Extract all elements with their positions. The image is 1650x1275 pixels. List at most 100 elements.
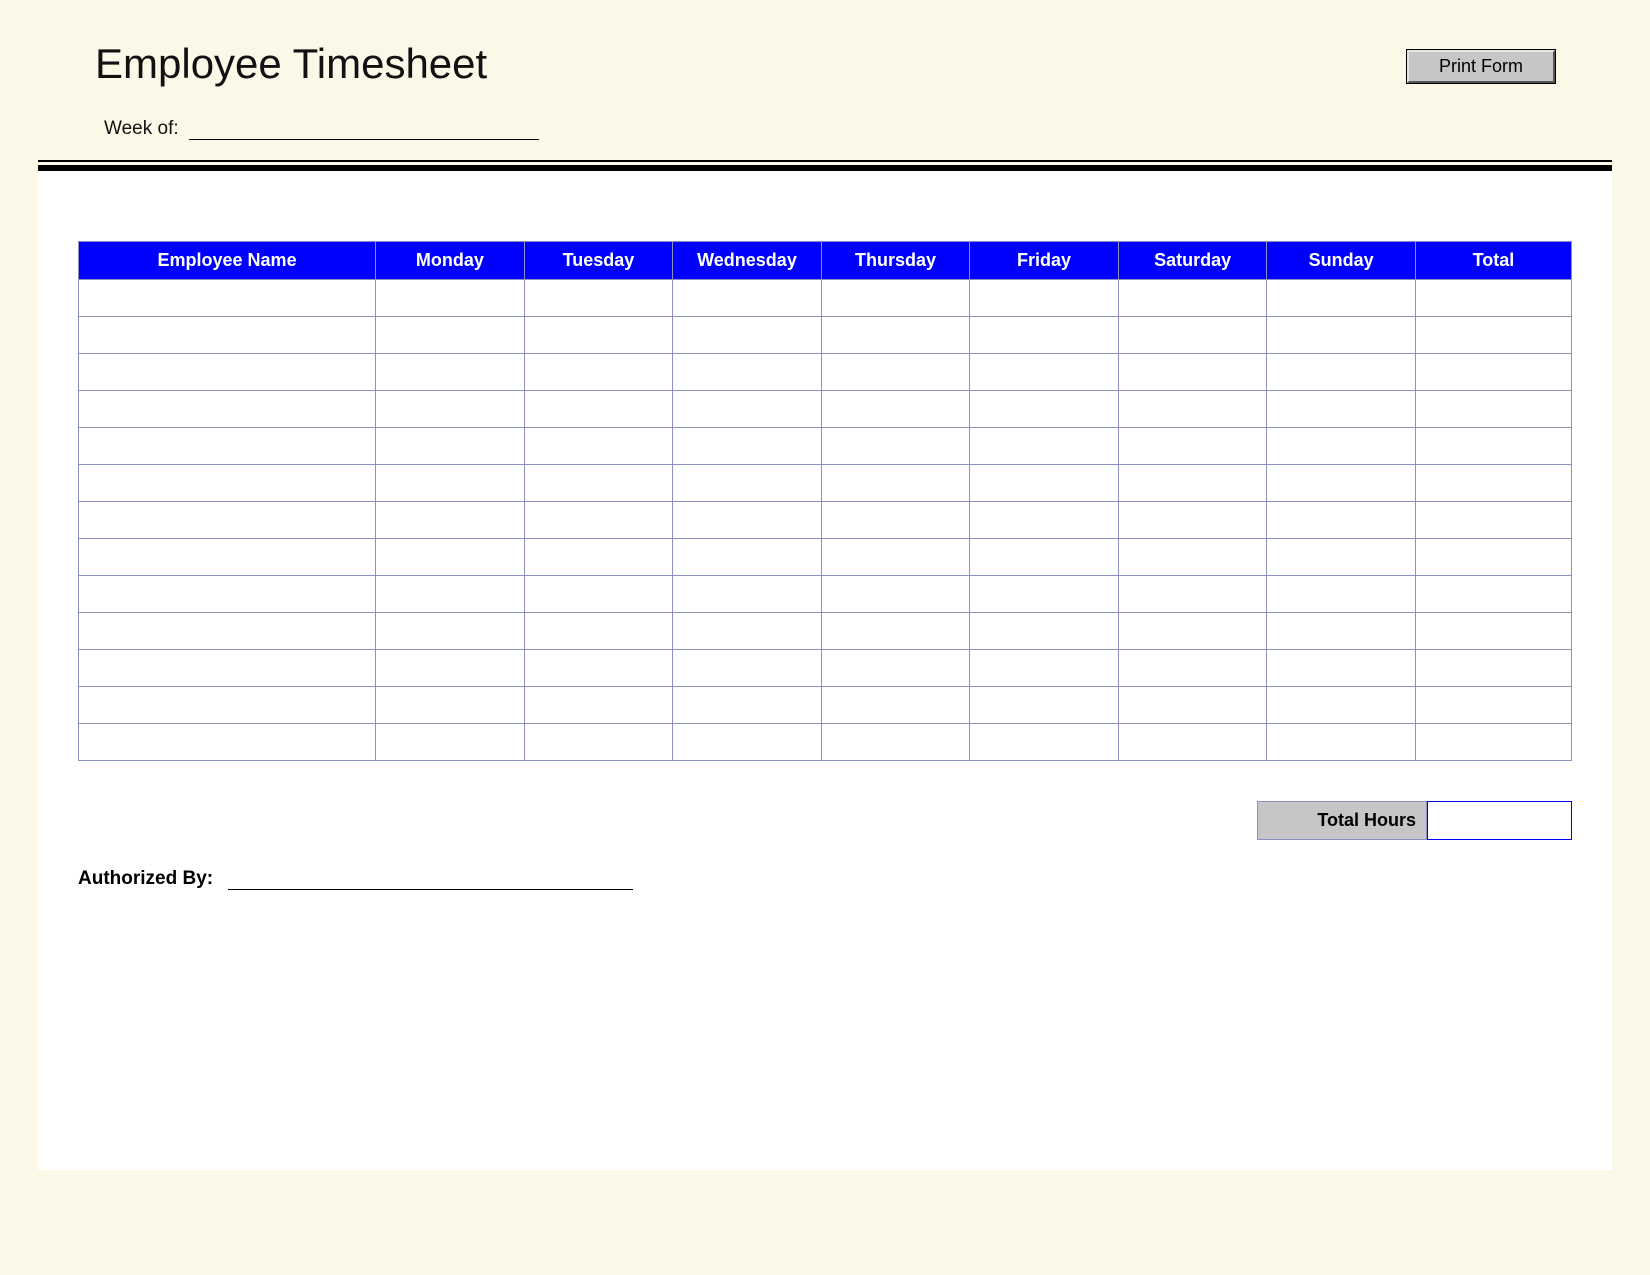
table-cell[interactable] (1118, 576, 1267, 613)
table-cell[interactable] (524, 428, 673, 465)
table-cell[interactable] (1267, 428, 1416, 465)
table-cell[interactable] (821, 539, 970, 576)
table-cell[interactable] (79, 428, 376, 465)
table-cell[interactable] (1267, 502, 1416, 539)
table-cell[interactable] (376, 354, 525, 391)
table-cell[interactable] (821, 280, 970, 317)
table-cell[interactable] (970, 465, 1119, 502)
table-cell[interactable] (1118, 317, 1267, 354)
table-cell[interactable] (1415, 354, 1571, 391)
table-cell[interactable] (821, 465, 970, 502)
table-cell[interactable] (79, 724, 376, 761)
table-cell[interactable] (79, 576, 376, 613)
table-cell[interactable] (1118, 687, 1267, 724)
table-cell[interactable] (1118, 465, 1267, 502)
table-cell[interactable] (1415, 650, 1571, 687)
table-cell[interactable] (673, 280, 822, 317)
table-cell[interactable] (376, 650, 525, 687)
table-cell[interactable] (1267, 317, 1416, 354)
table-cell[interactable] (821, 650, 970, 687)
table-cell[interactable] (1118, 724, 1267, 761)
table-cell[interactable] (524, 724, 673, 761)
table-cell[interactable] (1415, 613, 1571, 650)
table-cell[interactable] (673, 317, 822, 354)
table-cell[interactable] (970, 539, 1119, 576)
table-cell[interactable] (821, 576, 970, 613)
table-cell[interactable] (970, 576, 1119, 613)
table-cell[interactable] (970, 317, 1119, 354)
table-cell[interactable] (673, 465, 822, 502)
table-cell[interactable] (673, 687, 822, 724)
table-cell[interactable] (1267, 724, 1416, 761)
table-cell[interactable] (673, 354, 822, 391)
authorized-by-input[interactable] (228, 868, 633, 890)
table-cell[interactable] (524, 502, 673, 539)
table-cell[interactable] (970, 687, 1119, 724)
table-cell[interactable] (970, 280, 1119, 317)
table-cell[interactable] (1415, 428, 1571, 465)
table-cell[interactable] (821, 687, 970, 724)
table-cell[interactable] (524, 354, 673, 391)
table-cell[interactable] (970, 428, 1119, 465)
table-cell[interactable] (673, 391, 822, 428)
table-cell[interactable] (1118, 354, 1267, 391)
week-of-input[interactable] (189, 118, 539, 140)
table-cell[interactable] (673, 613, 822, 650)
table-cell[interactable] (524, 650, 673, 687)
table-cell[interactable] (970, 354, 1119, 391)
table-cell[interactable] (673, 724, 822, 761)
table-cell[interactable] (1118, 502, 1267, 539)
table-cell[interactable] (524, 539, 673, 576)
table-cell[interactable] (970, 502, 1119, 539)
table-cell[interactable] (79, 317, 376, 354)
table-cell[interactable] (376, 428, 525, 465)
table-cell[interactable] (821, 502, 970, 539)
table-cell[interactable] (1415, 502, 1571, 539)
table-cell[interactable] (970, 650, 1119, 687)
table-cell[interactable] (1267, 354, 1416, 391)
table-cell[interactable] (79, 354, 376, 391)
table-cell[interactable] (1118, 280, 1267, 317)
table-cell[interactable] (821, 613, 970, 650)
table-cell[interactable] (1415, 465, 1571, 502)
table-cell[interactable] (524, 317, 673, 354)
table-cell[interactable] (79, 465, 376, 502)
table-cell[interactable] (376, 502, 525, 539)
table-cell[interactable] (821, 317, 970, 354)
table-cell[interactable] (673, 539, 822, 576)
table-cell[interactable] (524, 391, 673, 428)
table-cell[interactable] (524, 576, 673, 613)
table-cell[interactable] (524, 465, 673, 502)
table-cell[interactable] (1415, 724, 1571, 761)
table-cell[interactable] (1415, 317, 1571, 354)
table-cell[interactable] (376, 317, 525, 354)
table-cell[interactable] (79, 539, 376, 576)
table-cell[interactable] (1118, 428, 1267, 465)
table-cell[interactable] (821, 391, 970, 428)
table-cell[interactable] (1118, 391, 1267, 428)
table-cell[interactable] (1267, 576, 1416, 613)
table-cell[interactable] (524, 280, 673, 317)
table-cell[interactable] (1267, 280, 1416, 317)
table-cell[interactable] (79, 687, 376, 724)
table-cell[interactable] (79, 391, 376, 428)
table-cell[interactable] (673, 502, 822, 539)
table-cell[interactable] (970, 613, 1119, 650)
table-cell[interactable] (376, 687, 525, 724)
table-cell[interactable] (1267, 687, 1416, 724)
table-cell[interactable] (673, 576, 822, 613)
table-cell[interactable] (1415, 280, 1571, 317)
total-hours-value[interactable] (1427, 801, 1572, 840)
table-cell[interactable] (1267, 465, 1416, 502)
table-cell[interactable] (1118, 650, 1267, 687)
print-form-button[interactable]: Print Form (1407, 50, 1555, 83)
table-cell[interactable] (1267, 613, 1416, 650)
table-cell[interactable] (1415, 539, 1571, 576)
table-cell[interactable] (376, 280, 525, 317)
table-cell[interactable] (79, 502, 376, 539)
table-cell[interactable] (376, 391, 525, 428)
table-cell[interactable] (673, 650, 822, 687)
table-cell[interactable] (79, 650, 376, 687)
table-cell[interactable] (79, 613, 376, 650)
table-cell[interactable] (524, 613, 673, 650)
